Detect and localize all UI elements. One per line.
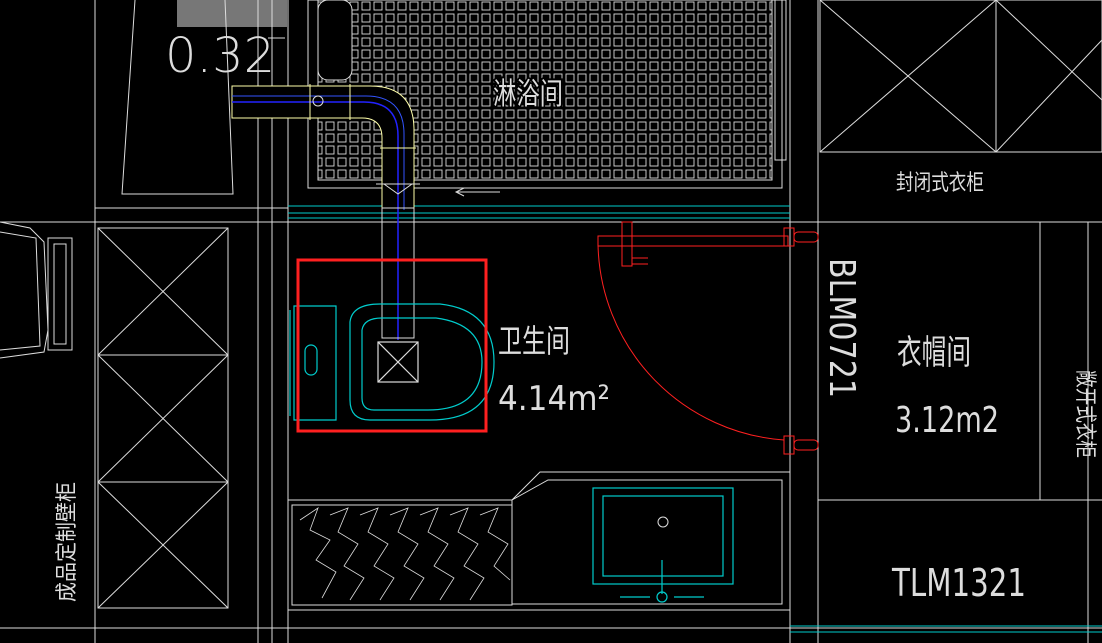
custom-wall-cabinet-label: 成品定制壁柜 [55, 482, 80, 602]
shower-threshold [288, 205, 790, 219]
arrow-left-icon [454, 187, 500, 197]
custom-wall-cabinet [97, 227, 229, 609]
sink-drain-icon [657, 516, 669, 528]
floor-drain-icon [377, 341, 419, 383]
vanity-counter [288, 471, 790, 611]
sink-fixture [592, 487, 734, 603]
toilet-room-area: 4.14m² [498, 379, 610, 419]
cad-floor-plan: 0.32 成品定制壁柜 淋浴间 卫生间 4.14m² BLM0721 封闭式衣柜… [0, 0, 1102, 643]
chair-outline [0, 221, 73, 359]
toilet-fixture [289, 303, 495, 421]
door-code-vertical: BLM0721 [821, 258, 862, 398]
open-wardrobe-label: 敞开式衣柜 [1072, 370, 1097, 458]
gray-block [177, 0, 287, 27]
cloakroom-area: 3.12m2 [895, 400, 999, 441]
closed-wardrobe [819, 0, 1102, 153]
closed-wardrobe-label: 封闭式衣柜 [896, 171, 984, 196]
cloakroom-label: 衣帽间 [897, 333, 971, 373]
shower-room-label: 淋浴间 [493, 77, 563, 112]
bottom-edge-lines [790, 625, 1102, 633]
swing-door [597, 221, 819, 455]
shower-curb [774, 0, 787, 161]
toilet-room-label: 卫生间 [498, 322, 570, 360]
door-code-horizontal: TLM1321 [891, 561, 1026, 605]
marble-pattern [299, 506, 511, 601]
